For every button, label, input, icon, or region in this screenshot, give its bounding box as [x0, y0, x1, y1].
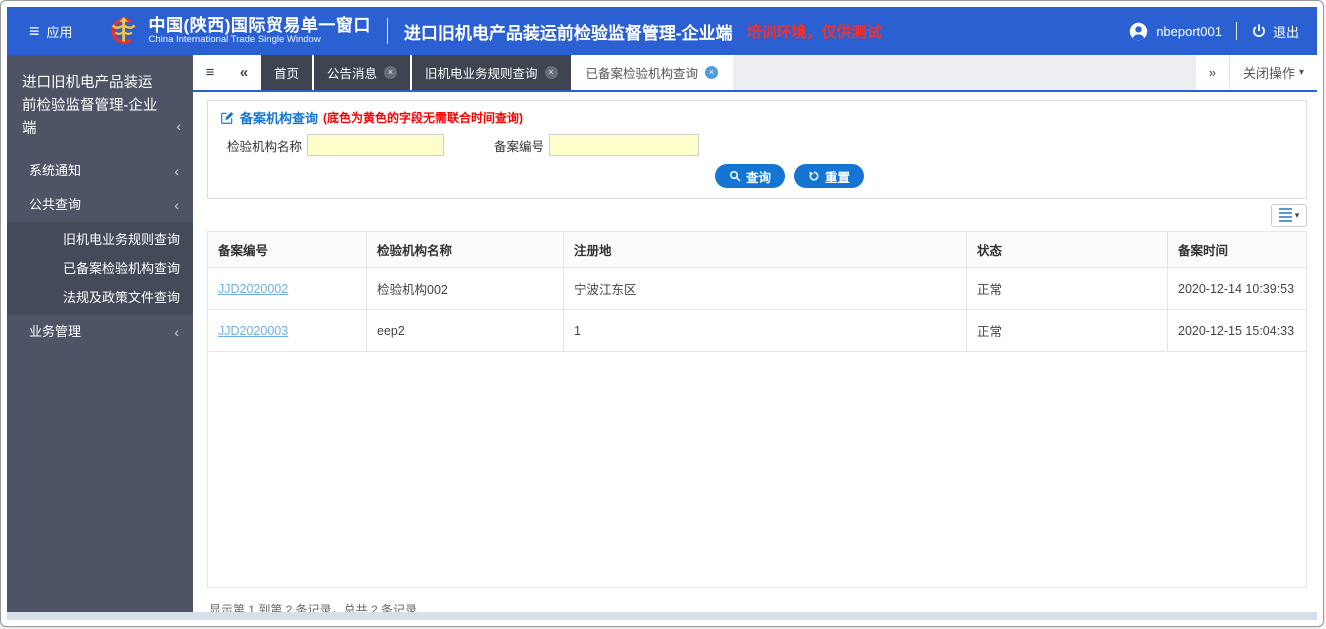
sidebar-item-public-query[interactable]: 公共查询 ‹ — [7, 188, 193, 222]
record-number-label: 备案编号 — [488, 136, 544, 155]
tab-bar-filler — [733, 55, 1196, 90]
table-header-row: 备案编号 检验机构名称 注册地 状态 备案时间 — [208, 232, 1306, 268]
close-tab-icon[interactable]: × — [384, 66, 397, 79]
query-panel-title: 备案机构查询 — [240, 108, 318, 127]
chevron-left-icon: ‹ — [174, 315, 179, 349]
environment-notice: 培训环境，仅供测试 — [747, 21, 882, 42]
tab-list-icon[interactable]: ≡ — [193, 55, 227, 90]
header-divider — [387, 18, 388, 44]
tab-label: 旧机电业务规则查询 — [425, 63, 538, 82]
field-institution-name: 检验机构名称 — [220, 134, 444, 156]
cell-status: 正常 — [967, 268, 1168, 310]
cell-institution-name: 检验机构002 — [367, 268, 564, 310]
brand-title: 中国(陕西)国际贸易单一窗口 — [149, 16, 371, 36]
tab-announcements[interactable]: 公告消息 × — [314, 55, 410, 90]
table-row: JJD2020002 检验机构002 宁波江东区 正常 2020-12-14 1… — [208, 268, 1306, 310]
records-summary: 显示第 1 到第 2 条记录，总共 2 条记录 — [209, 601, 1307, 612]
field-record-number: 备案编号 — [488, 134, 699, 156]
sidebar-title[interactable]: 进口旧机电产品装运前检验监督管理-企业端 ‹ — [7, 55, 193, 154]
query-panel-header: 备案机构查询 (底色为黄色的字段无需联合时间查询) — [220, 108, 1294, 127]
column-header: 备案时间 — [1168, 232, 1307, 268]
close-operations-label: 关闭操作 — [1243, 63, 1295, 82]
sidebar-item-old-machinery-rules-query[interactable]: 旧机电业务规则查询 — [7, 225, 193, 254]
scroll-tabs-right-icon[interactable]: » — [1196, 55, 1229, 90]
sidebar-item-label: 系统通知 — [29, 154, 81, 188]
cell-registered-place: 1 — [564, 310, 967, 352]
page-title: 进口旧机电产品装运前检验监督管理-企业端 — [404, 19, 733, 44]
bottom-edge-strip — [7, 612, 1317, 620]
column-header: 状态 — [967, 232, 1168, 268]
tab-registered-inspection-agency-query[interactable]: 已备案检验机构查询 × — [573, 55, 732, 90]
record-number-input[interactable] — [549, 134, 699, 156]
close-operations-menu[interactable]: 关闭操作 ▾ — [1229, 55, 1317, 90]
list-columns-icon — [1279, 208, 1292, 222]
brand-subtitle: China International Trade Single Window — [149, 35, 371, 46]
sidebar-submenu-public-query: 旧机电业务规则查询 已备案检验机构查询 法规及政策文件查询 — [7, 222, 193, 315]
query-panel: 备案机构查询 (底色为黄色的字段无需联合时间查询) 检验机构名称 备案编号 — [207, 100, 1307, 199]
sidebar-item-business-management[interactable]: 业务管理 ‹ — [7, 315, 193, 349]
table-toolbar: ▾ — [207, 199, 1307, 231]
user-icon — [1129, 22, 1148, 41]
content-area: ≡ « 首页 公告消息 × 旧机电业务规则查询 × 已备案检验机构查询 × — [193, 55, 1317, 612]
cell-status: 正常 — [967, 310, 1168, 352]
table-row: JJD2020003 eep2 1 正常 2020-12-15 15:04:33 — [208, 310, 1306, 352]
scroll-tabs-left-icon[interactable]: « — [227, 55, 261, 90]
sidebar-item-regulations-policy-files-query[interactable]: 法规及政策文件查询 — [7, 283, 193, 312]
chevron-left-icon: ‹ — [174, 154, 179, 188]
caret-down-icon: ▾ — [1295, 210, 1300, 221]
query-actions: 查询 重置 — [220, 164, 1294, 188]
search-button-label: 查询 — [746, 167, 771, 186]
power-icon[interactable] — [1251, 23, 1267, 39]
sidebar: 进口旧机电产品装运前检验监督管理-企业端 ‹ 系统通知 ‹ 公共查询 ‹ 旧机电… — [7, 55, 193, 612]
results-table: 备案编号 检验机构名称 注册地 状态 备案时间 JJD2020002 检验机构0… — [207, 231, 1307, 588]
cell-record-time: 2020-12-15 15:04:33 — [1168, 310, 1307, 352]
user-divider — [1236, 22, 1237, 40]
page-body: 备案机构查询 (底色为黄色的字段无需联合时间查询) 检验机构名称 备案编号 — [193, 92, 1317, 612]
chevron-left-icon: ‹ — [176, 115, 181, 138]
window: ≡ 应用 中国(陕西)国际贸易单一窗口 China International … — [0, 0, 1324, 627]
app-header: ≡ 应用 中国(陕西)国际贸易单一窗口 China International … — [7, 7, 1317, 55]
apps-hamburger-icon[interactable]: ≡ — [29, 22, 40, 40]
institution-name-label: 检验机构名称 — [220, 136, 302, 155]
username[interactable]: nbeport001 — [1156, 24, 1222, 39]
user-area: nbeport001 退出 — [1129, 22, 1299, 41]
apps-menu-label[interactable]: 应用 — [47, 22, 73, 41]
column-header: 注册地 — [564, 232, 967, 268]
caret-down-icon: ▾ — [1299, 67, 1304, 78]
query-panel-note: (底色为黄色的字段无需联合时间查询) — [323, 109, 523, 126]
sidebar-title-label: 进口旧机电产品装运前检验监督管理-企业端 — [22, 75, 157, 137]
query-fields: 检验机构名称 备案编号 — [220, 134, 1294, 156]
reset-button-label: 重置 — [825, 167, 850, 186]
brand-block: 中国(陕西)国际贸易单一窗口 China International Trade… — [149, 16, 371, 46]
sidebar-item-label: 公共查询 — [29, 188, 81, 222]
cell-record-time: 2020-12-14 10:39:53 — [1168, 268, 1307, 310]
logout-button[interactable]: 退出 — [1273, 22, 1299, 41]
tab-old-machinery-rules-query[interactable]: 旧机电业务规则查询 × — [412, 55, 571, 90]
tab-bar: ≡ « 首页 公告消息 × 旧机电业务规则查询 × 已备案检验机构查询 × — [193, 55, 1317, 92]
cell-registered-place: 宁波江东区 — [564, 268, 967, 310]
tab-label: 公告消息 — [327, 63, 377, 82]
close-tab-icon[interactable]: × — [545, 66, 558, 79]
tab-label: 已备案检验机构查询 — [586, 63, 699, 82]
close-tab-icon[interactable]: × — [705, 66, 718, 79]
record-number-link[interactable]: JJD2020002 — [218, 282, 288, 296]
column-header: 检验机构名称 — [367, 232, 564, 268]
reset-button[interactable]: 重置 — [794, 164, 864, 188]
tab-label: 首页 — [274, 63, 299, 82]
column-header: 备案编号 — [208, 232, 367, 268]
main-area: 进口旧机电产品装运前检验监督管理-企业端 ‹ 系统通知 ‹ 公共查询 ‹ 旧机电… — [7, 55, 1317, 612]
tab-home[interactable]: 首页 — [261, 55, 312, 90]
app: ≡ 应用 中国(陕西)国际贸易单一窗口 China International … — [7, 7, 1317, 620]
record-number-link[interactable]: JJD2020003 — [218, 324, 288, 338]
institution-name-input[interactable] — [307, 134, 444, 156]
sidebar-item-label: 业务管理 — [29, 315, 81, 349]
brand-logo-icon — [107, 14, 141, 48]
edit-icon — [220, 111, 234, 125]
chevron-left-icon: ‹ — [174, 188, 179, 222]
sidebar-item-system-notice[interactable]: 系统通知 ‹ — [7, 154, 193, 188]
cell-institution-name: eep2 — [367, 310, 564, 352]
columns-toggle-button[interactable]: ▾ — [1271, 204, 1307, 227]
sidebar-item-registered-inspection-agency-query[interactable]: 已备案检验机构查询 — [7, 254, 193, 283]
search-button[interactable]: 查询 — [715, 164, 785, 188]
